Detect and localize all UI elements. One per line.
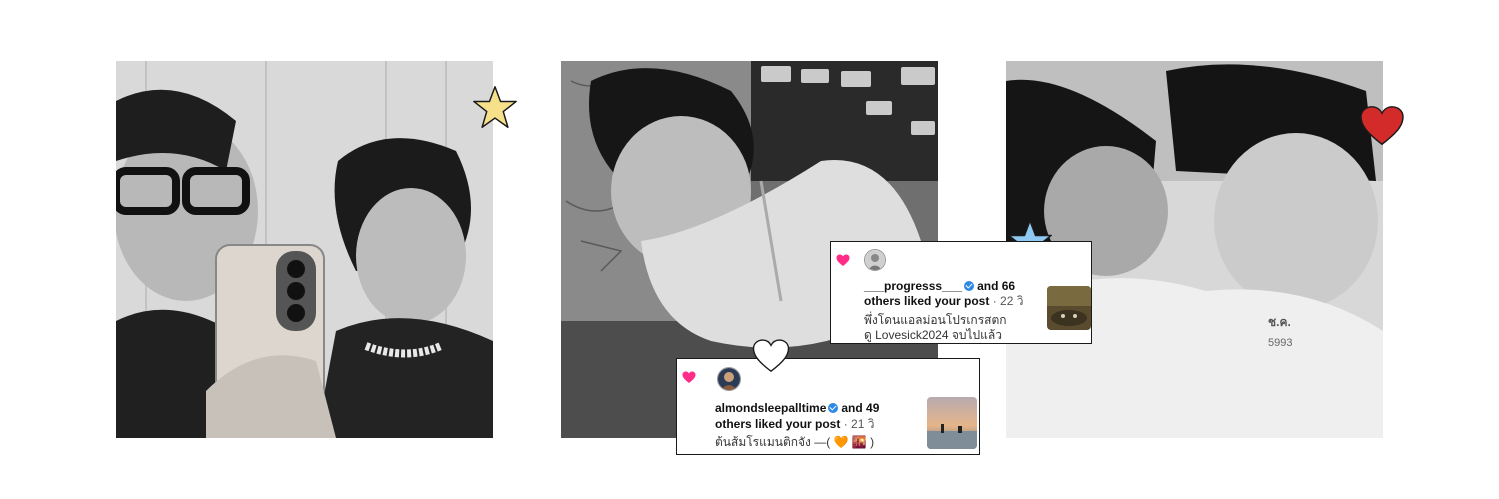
liked-count: and 66 bbox=[977, 279, 1016, 293]
post-thumbnail[interactable] bbox=[1047, 286, 1091, 330]
photo-mirror-selfie bbox=[116, 61, 493, 438]
notification-subline: others liked your post · 22 วิ bbox=[864, 294, 1023, 309]
liked-count: and 49 bbox=[841, 401, 880, 415]
like-notification-card[interactable]: ___progresss___ and 66 others liked your … bbox=[830, 241, 1092, 344]
caption-line: พึ่งโดนแอลม่อนโปรเกรสตก bbox=[864, 313, 1007, 327]
avatar[interactable] bbox=[864, 249, 886, 271]
username[interactable]: ___progresss___ bbox=[864, 279, 962, 293]
heart-icon bbox=[682, 371, 696, 383]
avatar[interactable] bbox=[717, 367, 741, 391]
notification-headline: ___progresss___ and 66 bbox=[864, 279, 1015, 294]
star-icon bbox=[472, 84, 518, 130]
heart-icon bbox=[836, 254, 850, 266]
caption-line: ดู Lovesick2024 จบไปแล้ว bbox=[864, 328, 1002, 342]
svg-text:ช.ค.: ช.ค. bbox=[1268, 315, 1291, 329]
notification-headline: almondsleepalltime and 49 bbox=[715, 401, 879, 416]
heart-icon bbox=[752, 338, 790, 374]
liked-text: others liked your post bbox=[715, 417, 841, 431]
svg-text:5993: 5993 bbox=[1268, 337, 1292, 349]
liked-text: others liked your post bbox=[864, 294, 990, 308]
notification-subline: others liked your post · 21 วิ bbox=[715, 417, 874, 432]
like-notification-card[interactable]: almondsleepalltime and 49 others liked yo… bbox=[676, 358, 980, 455]
verified-badge-icon bbox=[828, 403, 839, 413]
username[interactable]: almondsleepalltime bbox=[715, 401, 826, 415]
verified-badge-icon bbox=[964, 281, 975, 291]
heart-icon bbox=[1359, 105, 1405, 147]
caption-line: ต้นส้มโรแมนติกจัง —( 🧡 🌇 ) bbox=[715, 435, 875, 449]
star-shape-yellow bbox=[473, 86, 517, 128]
timestamp: · 22 วิ bbox=[992, 294, 1024, 308]
post-thumbnail[interactable] bbox=[927, 397, 977, 449]
timestamp: · 21 วิ bbox=[843, 417, 875, 431]
